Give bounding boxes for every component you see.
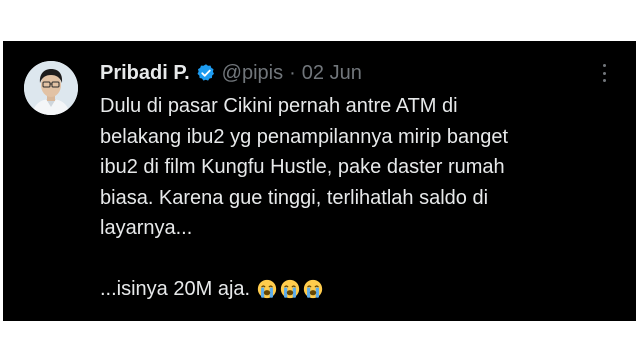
tweet-text-line: layarnya... <box>100 217 193 239</box>
separator-dot: · <box>289 61 296 84</box>
tweet-card[interactable]: Pribadi P. @pipis · 02 Jun Dulu di pasar… <box>3 41 636 321</box>
tweet-text-line: Dulu di pasar Cikini pernah antre ATM di <box>100 95 458 117</box>
loudly-crying-face-icon <box>256 278 278 300</box>
tweet-header: Pribadi P. @pipis · 02 Jun <box>100 59 362 87</box>
tweet-date[interactable]: 02 Jun <box>302 62 362 85</box>
user-handle[interactable]: @pipis <box>222 62 283 85</box>
more-options-icon[interactable] <box>594 63 614 83</box>
tweet-text-line: ...isinya 20M aja. <box>100 278 251 300</box>
display-name[interactable]: Pribadi P. <box>100 62 190 85</box>
loudly-crying-face-icon <box>279 278 301 300</box>
tweet-text-line: belakang ibu2 yg penampilannya mirip ban… <box>100 125 509 148</box>
verified-badge-icon <box>196 63 216 83</box>
tweet-text-line: biasa. Karena gue tinggi, terlihatlah sa… <box>100 186 489 209</box>
tweet-text-last-line: ...isinya 20M aja. <box>100 274 580 305</box>
avatar[interactable] <box>24 61 78 115</box>
avatar-portrait-icon <box>24 61 78 115</box>
loudly-crying-face-icon <box>302 278 324 300</box>
tweet-text-line: ibu2 di film Kungfu Hustle, pake daster … <box>100 156 505 178</box>
emoji-group <box>256 278 325 300</box>
tweet-text: Dulu di pasar Cikini pernah antre ATM di… <box>100 91 580 305</box>
